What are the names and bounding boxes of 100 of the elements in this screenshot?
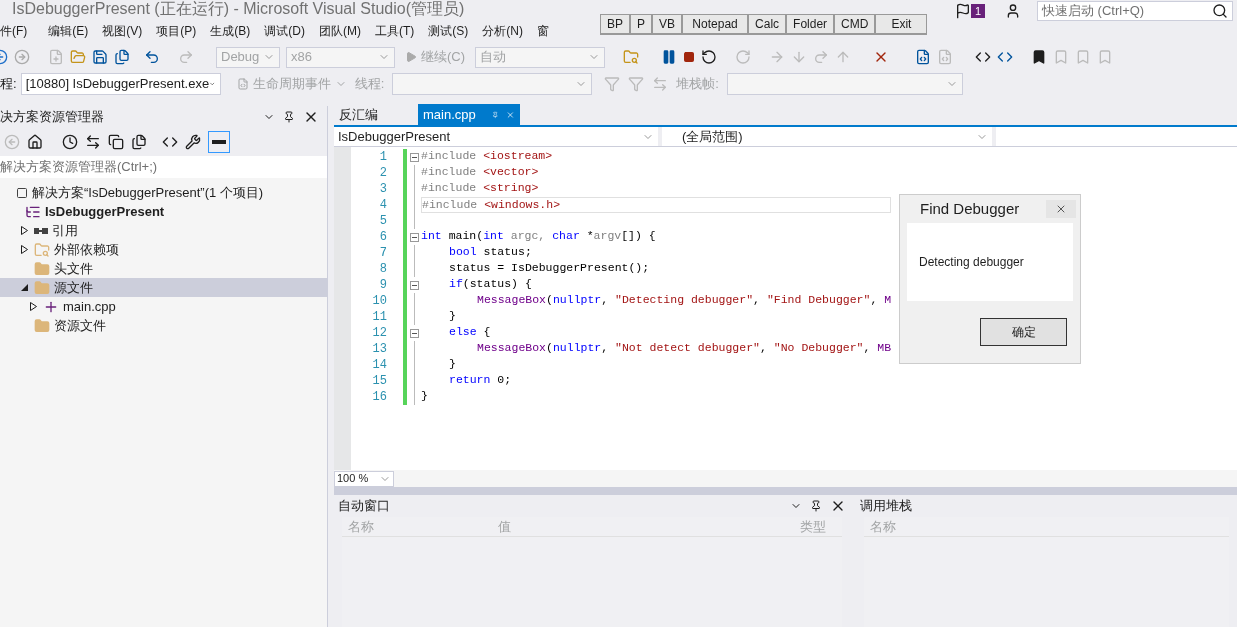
collapsed-arrow-icon[interactable]	[29, 302, 37, 311]
launcher-button[interactable]: P	[630, 14, 653, 34]
launcher-button[interactable]: Folder	[786, 14, 835, 34]
collapse-toggle[interactable]	[409, 232, 419, 242]
notification-flag-icon[interactable]	[954, 2, 971, 19]
code-line: if(status) {	[448, 277, 532, 292]
ok-button[interactable]: 确定	[980, 318, 1067, 346]
menu-item[interactable]: 件(F)	[0, 22, 42, 40]
code-line: MessageBox(nullptr, "Detecting debugger", "Find Debugger", M	[476, 293, 892, 308]
search-field[interactable]: 解决方案资源管理器(Ctrl+;)	[0, 156, 327, 178]
expanded-arrow-icon[interactable]	[20, 284, 28, 291]
menu-item[interactable]: 工具(T)	[368, 22, 422, 40]
launcher-button[interactable]: Notepad	[682, 14, 749, 34]
save-icon[interactable]	[92, 49, 108, 65]
events-icon	[236, 78, 249, 90]
code-map-icon[interactable]	[915, 49, 932, 65]
line-number: 4	[378, 197, 387, 214]
undo-icon[interactable]	[144, 49, 160, 65]
tree-item[interactable]: 源文件	[0, 278, 327, 297]
menu-item[interactable]: 调试(D)	[257, 22, 312, 40]
close-icon	[1055, 203, 1067, 215]
tree-label: 资源文件	[54, 316, 106, 335]
line-number: 13	[371, 341, 387, 358]
view-code-icon[interactable]	[162, 134, 178, 150]
show-all-files-icon[interactable]	[131, 134, 147, 150]
tree-label: 解决方案“IsDebuggerPresent”(1 个项目)	[32, 183, 264, 202]
search-icon	[1212, 2, 1228, 19]
tree-item[interactable]: 头文件	[0, 259, 327, 278]
line-number: 9	[378, 277, 387, 294]
code-line: #include <string>	[421, 181, 539, 196]
menu-item[interactable]: 编辑(E)	[41, 22, 96, 40]
dialog-title: Find Debugger	[920, 198, 1020, 219]
panel-title: 调用堆栈	[860, 497, 912, 516]
dialog-message: Detecting debugger	[919, 254, 1024, 271]
folder-icon	[34, 279, 50, 296]
launcher-button[interactable]: CMD	[834, 14, 876, 34]
pin-icon[interactable]	[810, 500, 822, 512]
line-number: 15	[371, 373, 387, 390]
process-label: 程:	[0, 75, 17, 94]
panel-title: 自动窗口	[338, 497, 390, 516]
home-icon[interactable]	[27, 134, 43, 150]
tree-item[interactable]: 解决方案“IsDebuggerPresent”(1 个项目)	[0, 183, 327, 202]
launcher-button[interactable]: Calc	[748, 14, 787, 34]
launcher-button[interactable]: Exit	[875, 14, 928, 34]
minus-bar-icon	[212, 140, 226, 144]
launcher-button[interactable]: VB	[652, 14, 683, 34]
folder-icon	[34, 260, 50, 277]
menu-item[interactable]: 分析(N)	[475, 22, 530, 40]
editor-tab[interactable]: 反汇编	[334, 104, 418, 125]
tree-label: 头文件	[54, 259, 93, 278]
feedback-person-icon[interactable]	[1005, 2, 1021, 19]
menu-item[interactable]: 团队(M)	[312, 22, 368, 40]
tree-item[interactable]: main.cpp	[0, 297, 327, 316]
panel-title: 决方案资源管理器	[0, 108, 104, 127]
properties-icon[interactable]	[185, 134, 201, 150]
tree-label: 引用	[52, 221, 78, 240]
collapsed-arrow-icon[interactable]	[20, 245, 28, 254]
line-number: 2	[378, 165, 387, 182]
code-line: return 0;	[448, 373, 512, 388]
save-all-icon[interactable]	[114, 49, 130, 65]
thread-label: 线程:	[354, 75, 385, 94]
code-line: }	[448, 309, 456, 324]
close-button[interactable]	[1046, 200, 1076, 218]
pin-icon[interactable]	[283, 111, 295, 123]
references-icon	[34, 227, 48, 234]
tree-item[interactable]: 资源文件	[0, 316, 327, 335]
preview-toggle[interactable]	[208, 131, 230, 153]
code-line: }	[421, 389, 428, 404]
collapse-all-icon[interactable]	[108, 134, 124, 150]
menu-item[interactable]: 测试(S)	[421, 22, 476, 40]
code-line: #include <iostream>	[421, 149, 553, 164]
tree-item[interactable]: 引用	[0, 221, 327, 240]
line-number: 12	[371, 325, 387, 342]
collapse-toggle[interactable]	[409, 152, 419, 162]
window-title: IsDebuggerPresent (正在运行) - Microsoft Visual Studio(管理员)	[11, 0, 465, 19]
process-dropdown[interactable]: [10880] IsDebuggerPresent.exe	[20, 73, 221, 95]
tree-label: 外部依赖项	[54, 240, 119, 259]
menu-item[interactable]: 视图(V)	[95, 22, 150, 40]
code-line: else {	[448, 325, 491, 340]
tree-item[interactable]: 外部依赖项	[0, 240, 327, 259]
quick-launch-field[interactable]: 快速启动 (Ctrl+Q)	[1037, 0, 1233, 21]
restart-icon[interactable]	[701, 49, 718, 65]
sync-icon[interactable]	[85, 134, 101, 150]
pending-changes-icon[interactable]	[62, 134, 78, 150]
line-number: 6	[378, 229, 387, 246]
line-number: 3	[378, 181, 387, 198]
tree-label: main.cpp	[63, 297, 116, 316]
tree-item[interactable]: IsDebuggerPresent	[0, 202, 327, 221]
stop-icon[interactable]	[683, 51, 696, 63]
collapse-toggle[interactable]	[409, 328, 419, 338]
menu-item[interactable]: 窗	[530, 22, 556, 40]
menu-item[interactable]: 生成(B)	[203, 22, 258, 40]
menu-item[interactable]: 项目(P)	[149, 22, 204, 40]
zoom-dropdown[interactable]: 100 %	[334, 470, 394, 487]
line-number: 11	[371, 309, 387, 326]
launcher-button[interactable]: BP	[600, 14, 630, 34]
code-line: }	[448, 357, 456, 372]
collapsed-arrow-icon[interactable]	[20, 226, 28, 235]
solution-icon	[16, 186, 28, 199]
collapse-toggle[interactable]	[409, 280, 419, 290]
